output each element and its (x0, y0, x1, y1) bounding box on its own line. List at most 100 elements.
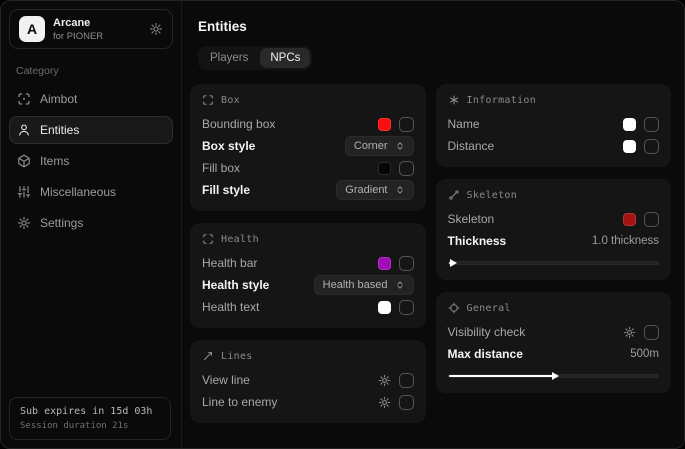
dropdown-fill-style[interactable]: Gradient (336, 180, 413, 200)
checkbox-bounding-box[interactable] (399, 117, 414, 132)
left-column: Box Bounding box Box style Corner (190, 84, 426, 423)
tab-npcs[interactable]: NPCs (260, 48, 310, 68)
brackets-icon (202, 94, 214, 106)
color-swatch-fill-box[interactable] (378, 162, 391, 175)
card-title: Health (221, 234, 259, 245)
dropdown-value: Health based (323, 279, 388, 291)
card-box-header: Box (202, 94, 414, 106)
gear-icon[interactable] (149, 22, 163, 36)
category-label: Category (16, 65, 173, 77)
row-health-bar: Health bar (202, 252, 414, 274)
sidebar-item-items[interactable]: Items (9, 147, 173, 175)
checkbox-visibility-check[interactable] (644, 325, 659, 340)
color-swatch-skeleton[interactable] (623, 213, 636, 226)
dropdown-value: Corner (354, 140, 388, 152)
sidebar-item-label: Aimbot (40, 92, 77, 106)
checkbox-health-text[interactable] (399, 300, 414, 315)
row-name: Name (448, 113, 660, 135)
thickness-slider-handle[interactable] (449, 262, 451, 264)
gear-icon[interactable] (378, 396, 391, 409)
setting-label: Line to enemy (202, 395, 277, 409)
color-swatch-name[interactable] (623, 118, 636, 131)
entities-icon (17, 123, 31, 137)
setting-label: Visibility check (448, 325, 526, 339)
card-information-header: Information (448, 94, 660, 106)
checkbox-name[interactable] (644, 117, 659, 132)
setting-label: Health text (202, 300, 259, 314)
checkbox-view-line[interactable] (399, 373, 414, 388)
row-fill-style: Fill style Gradient (202, 179, 414, 201)
setting-label: Box style (202, 139, 255, 153)
tab-bar: Players NPCs (198, 46, 312, 70)
asterisk-icon (448, 94, 460, 106)
setting-label: Health bar (202, 256, 257, 270)
sidebar-item-miscellaneous[interactable]: Miscellaneous (9, 178, 173, 206)
unfold-icon (395, 141, 405, 151)
color-swatch-bounding-box[interactable] (378, 118, 391, 131)
gear-icon[interactable] (623, 326, 636, 339)
setting-label: Max distance (448, 347, 523, 361)
settings-icon (17, 216, 31, 230)
tab-players[interactable]: Players (200, 48, 258, 68)
dropdown-health-style[interactable]: Health based (314, 275, 414, 295)
row-skeleton: Skeleton (448, 208, 660, 230)
arcane-window: A Arcane for PIONER Category Aimbot Enti… (0, 0, 685, 449)
gear-icon[interactable] (378, 374, 391, 387)
card-information: Information Name Distance (436, 84, 672, 167)
right-column: Information Name Distance (436, 84, 672, 393)
sidebar-item-settings[interactable]: Settings (9, 209, 173, 237)
card-health: Health Health bar Health style Health ba… (190, 223, 426, 328)
unfold-icon (395, 280, 405, 290)
aimbot-icon (17, 92, 31, 106)
checkbox-health-bar[interactable] (399, 256, 414, 271)
color-swatch-health-bar[interactable] (378, 257, 391, 270)
max-distance-slider[interactable] (448, 374, 660, 378)
thickness-value: 1.0 thickness (592, 235, 659, 247)
color-swatch-distance[interactable] (623, 140, 636, 153)
card-title: Box (221, 95, 240, 106)
card-lines-header: Lines (202, 350, 414, 362)
row-bounding-box: Bounding box (202, 113, 414, 135)
app-name: Arcane (53, 17, 141, 29)
setting-label: Distance (448, 139, 495, 153)
dropdown-box-style[interactable]: Corner (345, 136, 414, 156)
setting-label: Skeleton (448, 212, 495, 226)
card-general: General Visibility check Max distance 50… (436, 292, 672, 393)
diagonal-line-icon (202, 350, 214, 362)
max-distance-slider-handle[interactable] (449, 375, 554, 377)
row-thickness: Thickness 1.0 thickness (448, 230, 660, 252)
subscription-expiry: Sub expires in 15d 03h (20, 406, 160, 417)
checkbox-distance[interactable] (644, 139, 659, 154)
card-title: Skeleton (467, 190, 518, 201)
row-distance: Distance (448, 135, 660, 157)
checkbox-skeleton[interactable] (644, 212, 659, 227)
card-skeleton: Skeleton Skeleton Thickness 1.0 thicknes… (436, 179, 672, 280)
setting-label: Name (448, 117, 480, 131)
brackets-icon (202, 233, 214, 245)
row-fill-box: Fill box (202, 157, 414, 179)
sidebar-item-aimbot[interactable]: Aimbot (9, 85, 173, 113)
crosshair-icon (448, 302, 460, 314)
thickness-slider[interactable] (448, 261, 660, 265)
checkbox-line-to-enemy[interactable] (399, 395, 414, 410)
dropdown-value: Gradient (345, 184, 387, 196)
checkbox-fill-box[interactable] (399, 161, 414, 176)
session-duration: Session duration 21s (20, 421, 160, 431)
card-title: Lines (221, 351, 253, 362)
settings-grid: Box Bounding box Box style Corner (190, 84, 671, 423)
sidebar-item-label: Entities (40, 123, 79, 137)
row-view-line: View line (202, 369, 414, 391)
color-swatch-health-text[interactable] (378, 301, 391, 314)
setting-label: View line (202, 373, 250, 387)
row-health-style: Health style Health based (202, 274, 414, 296)
setting-label: Thickness (448, 234, 507, 248)
sidebar-item-entities[interactable]: Entities (9, 116, 173, 144)
card-health-header: Health (202, 233, 414, 245)
card-box: Box Bounding box Box style Corner (190, 84, 426, 211)
app-logo: A (19, 16, 45, 42)
row-health-text: Health text (202, 296, 414, 318)
app-subtitle: for PIONER (53, 31, 141, 42)
card-general-header: General (448, 302, 660, 314)
row-box-style: Box style Corner (202, 135, 414, 157)
card-title: General (467, 303, 511, 314)
